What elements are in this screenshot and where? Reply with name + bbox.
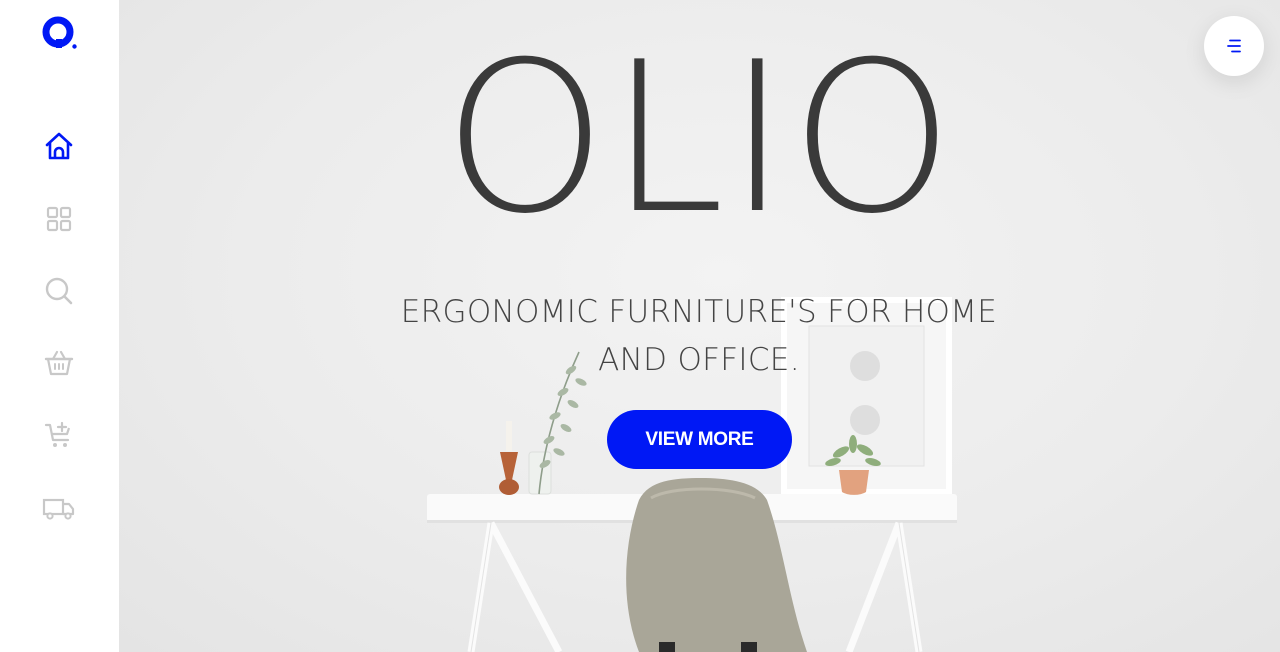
search-icon [45, 277, 73, 305]
sidebar-item-grid[interactable] [41, 201, 77, 237]
o-logo-icon[interactable] [40, 15, 80, 55]
sidebar-item-basket[interactable] [41, 345, 77, 381]
sidebar-item-home[interactable] [41, 128, 77, 164]
brand-title: OLIO [443, 18, 956, 260]
hero-tagline-line-2: AND OFFICE. [598, 342, 800, 378]
hero-tagline-line-1: ERGONOMIC FURNITURE'S FOR HOME [400, 294, 998, 330]
sidebar [0, 0, 119, 652]
grid-icon [46, 206, 72, 232]
hero-tagline: ERGONOMIC FURNITURE'S FOR HOME AND OFFIC… [389, 288, 1009, 384]
sidebar-item-add-to-cart[interactable] [41, 417, 77, 453]
basket-icon [44, 350, 74, 376]
home-icon [45, 132, 73, 160]
menu-icon [1227, 39, 1241, 53]
hero-section: OLIO ERGONOMIC FURNITURE'S FOR HOME AND … [119, 0, 1280, 652]
sidebar-item-search[interactable] [41, 273, 77, 309]
menu-button[interactable] [1204, 16, 1264, 76]
add-to-cart-icon [44, 421, 71, 447]
sidebar-item-delivery[interactable] [41, 490, 77, 526]
delivery-truck-icon [42, 498, 75, 520]
view-more-button[interactable]: VIEW MORE [607, 410, 792, 469]
